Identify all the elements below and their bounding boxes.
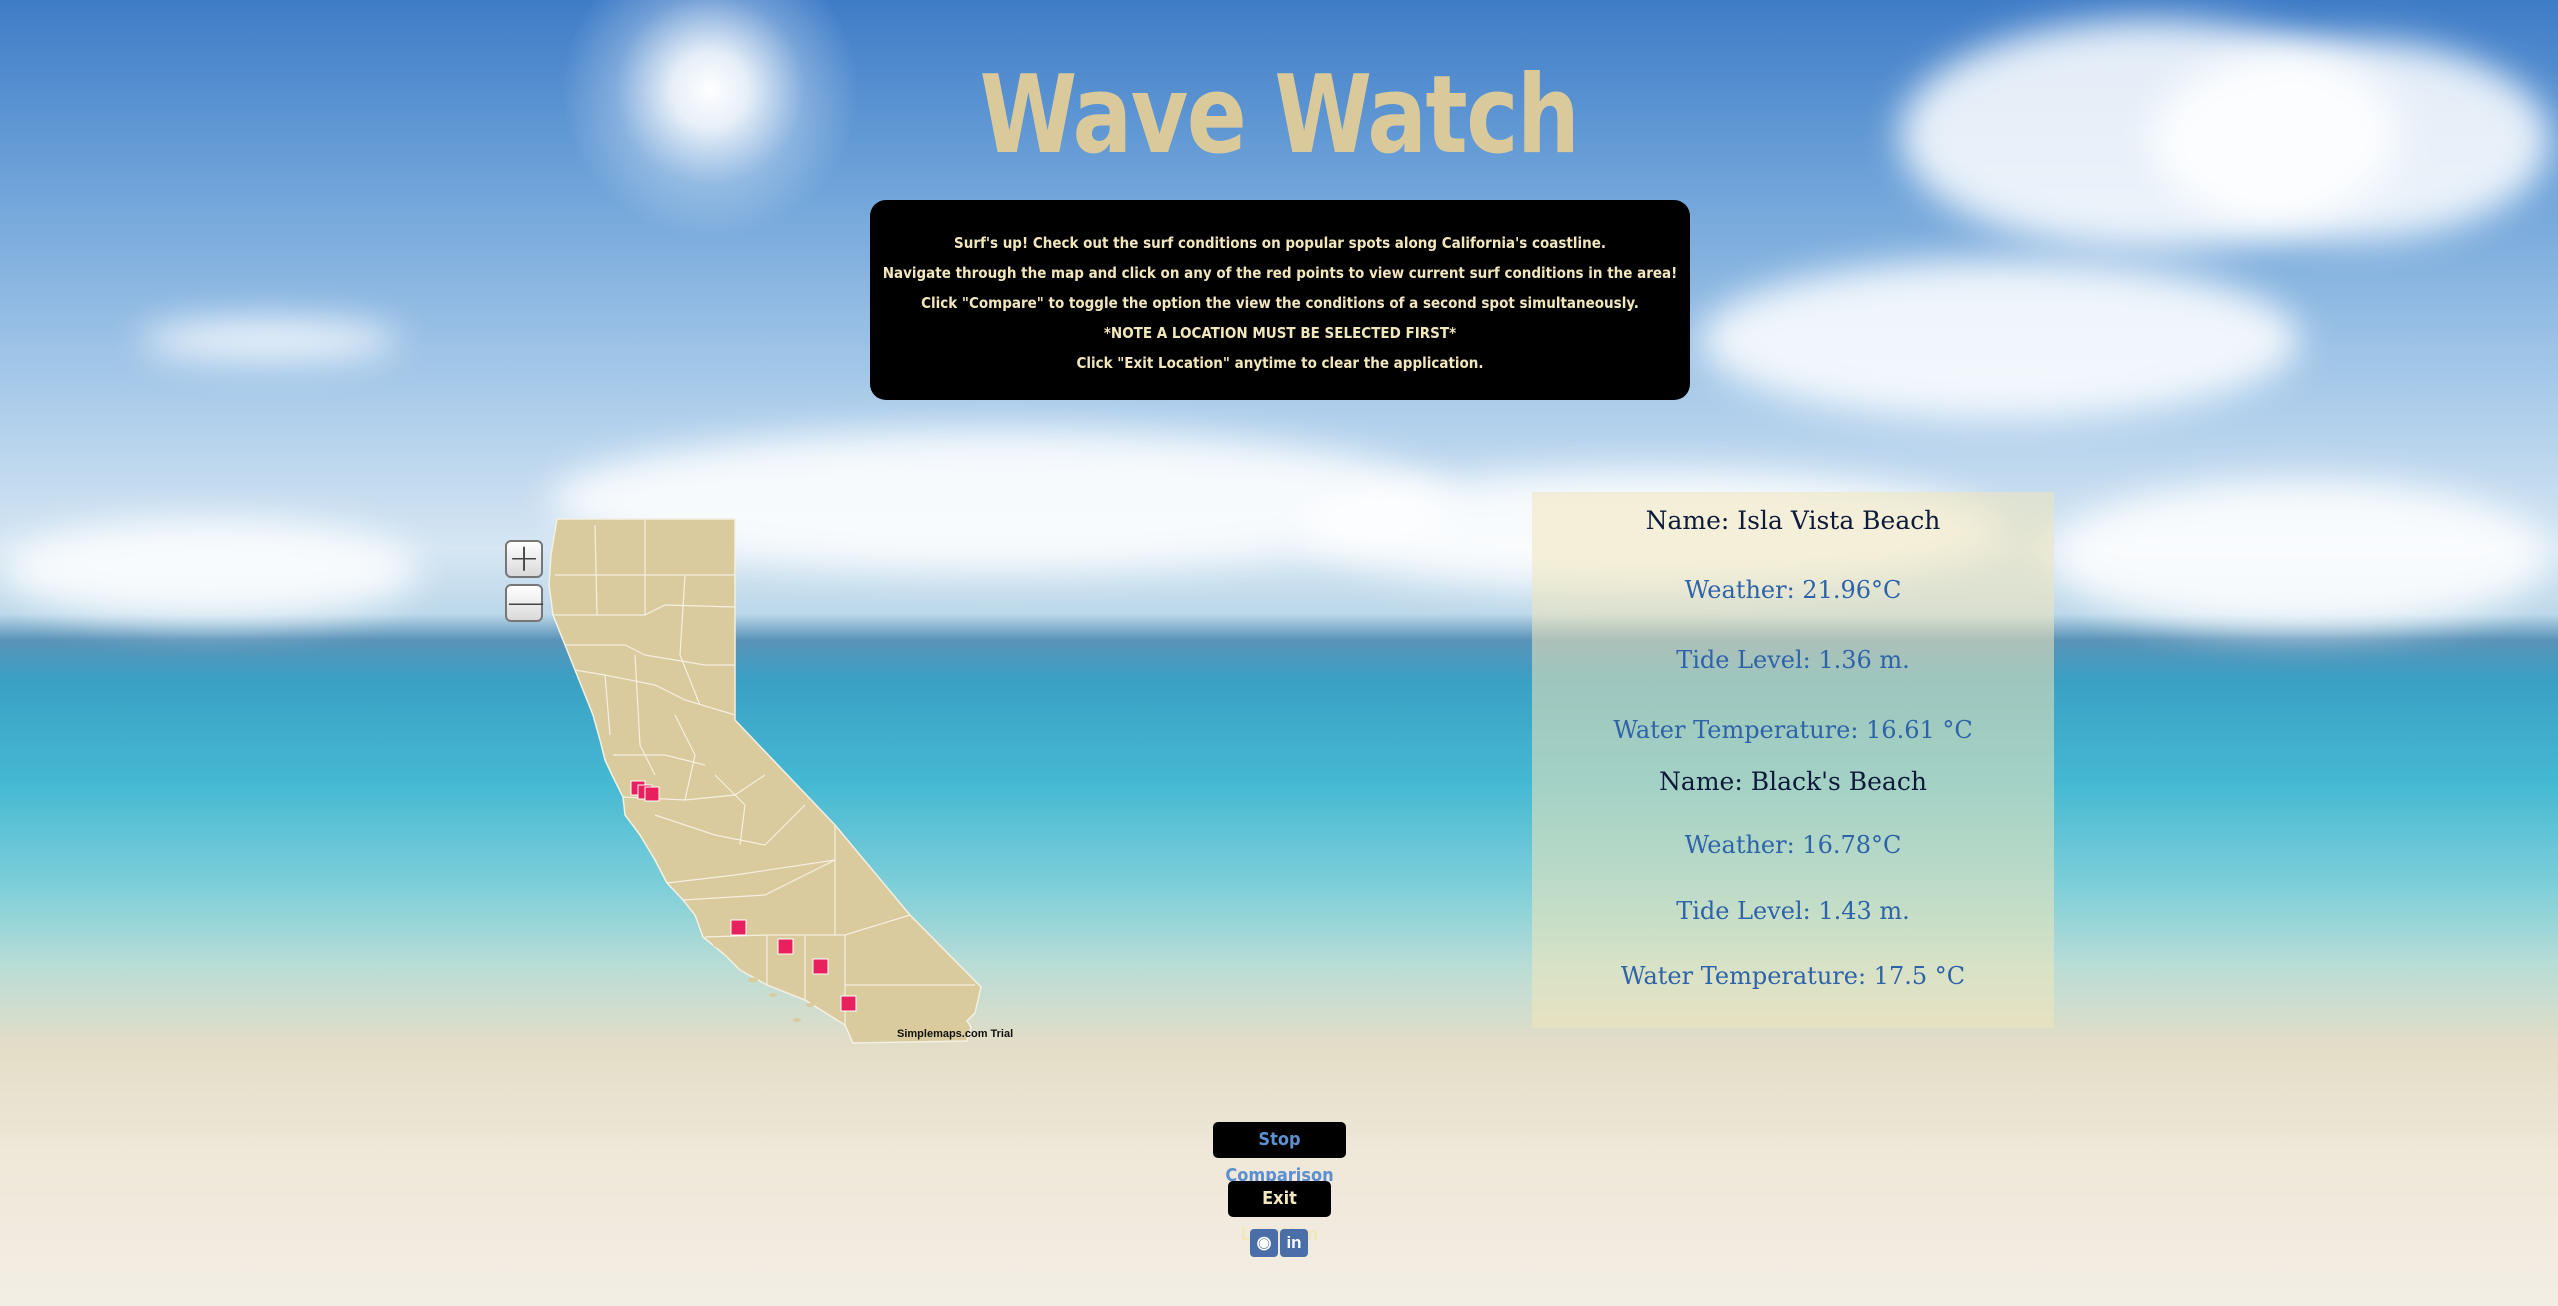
location-tide: Tide Level: 1.43 m. bbox=[1676, 897, 1910, 925]
location-name: Name: Isla Vista Beach bbox=[1645, 506, 1941, 535]
location-name: Name: Black's Beach bbox=[1659, 767, 1927, 796]
surf-spot-marker[interactable] bbox=[812, 958, 829, 975]
california-state-shape[interactable] bbox=[548, 518, 982, 1044]
intro-line: Surf's up! Check out the surf conditions… bbox=[953, 234, 1607, 252]
location-tide: Tide Level: 1.36 m. bbox=[1676, 646, 1910, 674]
intro-line: Navigate through the map and click on an… bbox=[882, 264, 1678, 282]
cloud bbox=[0, 520, 420, 620]
page-title: Wave Watch bbox=[979, 53, 1580, 178]
intro-box: Surf's up! Check out the surf conditions… bbox=[870, 200, 1690, 400]
zoom-out-button[interactable]: — bbox=[505, 583, 545, 622]
stop-comparison-button[interactable]: Stop Comparison bbox=[1213, 1122, 1346, 1186]
intro-line: Click "Exit Location" anytime to clear t… bbox=[1076, 354, 1484, 372]
cloud bbox=[140, 320, 400, 360]
surf-spot-marker[interactable] bbox=[840, 995, 857, 1012]
location-weather: Weather: 16.78°C bbox=[1684, 831, 1902, 859]
location-water-temp: Water Temperature: 17.5 °C bbox=[1620, 962, 1966, 990]
exit-location-button[interactable]: Exit Location bbox=[1228, 1181, 1331, 1245]
location-water-temp: Water Temperature: 16.61 °C bbox=[1613, 716, 1973, 744]
linkedin-icon[interactable]: in bbox=[1280, 1229, 1308, 1257]
surf-spot-marker[interactable] bbox=[644, 786, 660, 802]
intro-line: Click "Compare" to toggle the option the… bbox=[921, 294, 1639, 312]
intro-line: *NOTE A LOCATION MUST BE SELECTED FIRST* bbox=[1103, 324, 1457, 342]
zoom-in-button[interactable]: + bbox=[505, 539, 543, 578]
california-map-svg[interactable] bbox=[505, 515, 1025, 1045]
california-map[interactable]: + — Simplemaps.com Trial bbox=[505, 515, 1025, 1045]
location-weather: Weather: 21.96°C bbox=[1684, 576, 1902, 604]
conditions-panel: Name: Isla Vista Beach Weather: 21.96°C … bbox=[1532, 492, 2054, 1028]
map-credit[interactable]: Simplemaps.com Trial bbox=[897, 1028, 1013, 1040]
github-icon[interactable]: ◉ bbox=[1250, 1229, 1278, 1257]
surf-spot-marker[interactable] bbox=[777, 938, 794, 955]
cloud bbox=[2050, 480, 2550, 630]
surf-spot-marker[interactable] bbox=[730, 919, 747, 936]
cloud bbox=[1700, 260, 2300, 420]
